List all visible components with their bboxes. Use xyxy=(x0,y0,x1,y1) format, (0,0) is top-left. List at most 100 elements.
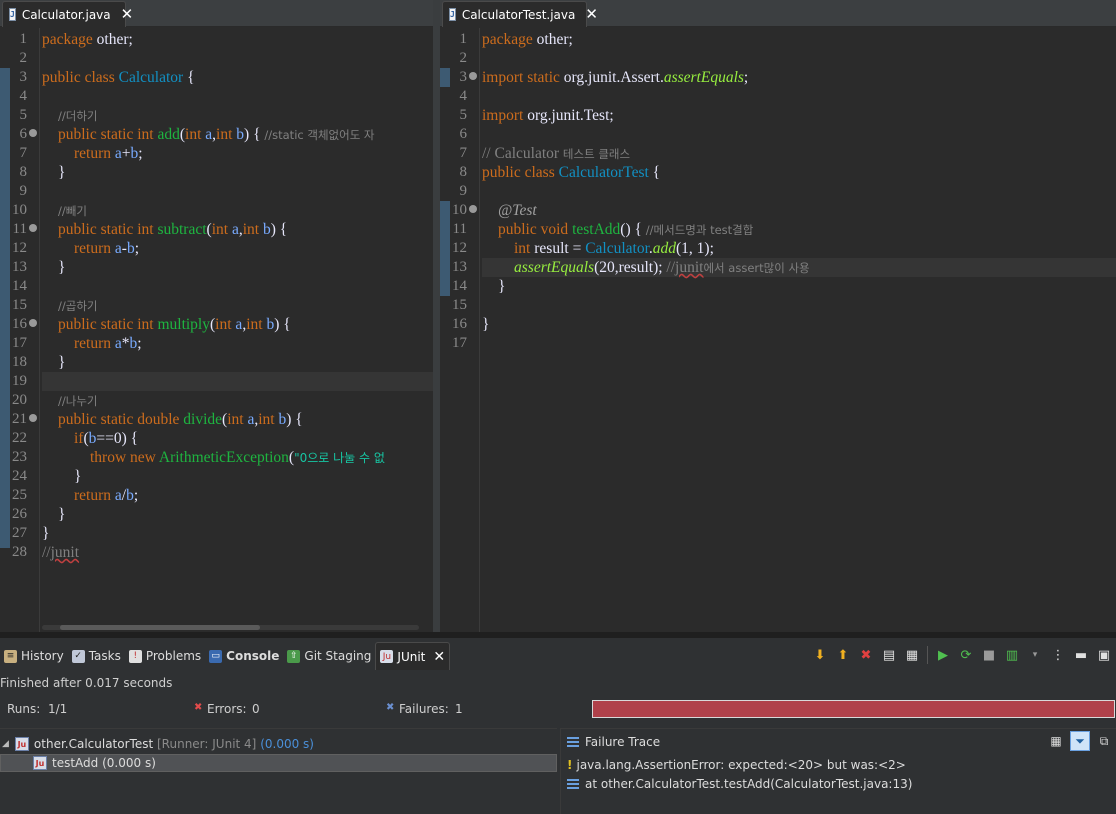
line-number: 15 xyxy=(12,297,27,313)
stop-icon[interactable]: ■ xyxy=(981,647,997,663)
line-number: 1 xyxy=(459,31,468,47)
error-icon: ✖ xyxy=(194,702,203,713)
rerun-test-icon[interactable]: ▶ xyxy=(935,647,951,663)
code-area[interactable]: package other; public class Calculator {… xyxy=(42,28,433,618)
tab-calculator-java[interactable]: J Calculator.java ✕ xyxy=(2,1,133,27)
junit-icon: Ju xyxy=(380,650,394,663)
line-number: 6 xyxy=(19,126,28,142)
compare-result-icon[interactable]: ▦ xyxy=(1046,731,1066,751)
tree-row-test[interactable]: Ju testAdd (0.000 s) xyxy=(0,754,557,772)
test-history-icon[interactable]: ▦ xyxy=(904,647,920,663)
line-number: 19 xyxy=(12,373,27,389)
tab-label: Calculator.java xyxy=(21,7,111,22)
rerun-failed-first-icon[interactable]: ⟳ xyxy=(958,647,974,663)
stack-frame-icon xyxy=(567,779,579,789)
suite-time: (0.000 s) xyxy=(260,737,314,751)
scroll-lock-icon[interactable]: ▤ xyxy=(881,647,897,663)
tab-junit[interactable]: Ju JUnit ✕ xyxy=(375,642,451,670)
code-line: public static int add(int a,int b) { //s… xyxy=(58,126,375,143)
code-area[interactable]: package other; import static org.junit.A… xyxy=(482,28,1116,618)
tab-label: Problems xyxy=(145,649,202,663)
tasks-icon: ✓ xyxy=(71,649,85,663)
line-number: 17 xyxy=(12,335,27,351)
copy-trace-icon[interactable]: ⧉ xyxy=(1094,731,1114,751)
filter-stack-trace-icon[interactable]: ⏷ xyxy=(1070,731,1090,751)
code-line: //더하기 xyxy=(58,109,98,123)
line-number: 13 xyxy=(12,259,27,275)
tab-label: History xyxy=(21,649,64,663)
tab-tasks[interactable]: ✓ Tasks xyxy=(68,642,125,670)
tab-problems[interactable]: ! Problems xyxy=(125,642,205,670)
tree-row-suite[interactable]: ◢ Ju other.CalculatorTest [Runner: JUnit… xyxy=(2,735,557,753)
trace-line[interactable]: at other.CalculatorTest.testAdd(Calculat… xyxy=(567,777,912,791)
tab-label: CalculatorTest.java xyxy=(461,7,576,22)
test-name: testAdd (0.000 s) xyxy=(52,756,156,770)
show-failures-only-icon[interactable]: ✖ xyxy=(858,647,874,663)
code-line: public static double divide(int a,int b)… xyxy=(58,411,303,428)
fold-collapse-icon[interactable] xyxy=(29,319,37,327)
errors-label: Errors: xyxy=(207,702,247,716)
junit-view: ≡ History ✓ Tasks ! Problems ▭ Console ⇧ Git … xyxy=(0,632,1116,814)
horizontal-scrollbar[interactable] xyxy=(42,625,419,630)
view-menu-icon[interactable]: ⋮ xyxy=(1050,647,1066,663)
fold-collapse-icon[interactable] xyxy=(29,414,37,422)
code-line: } xyxy=(482,316,490,333)
next-failure-icon[interactable]: ⬇ xyxy=(812,647,828,663)
line-number: 27 xyxy=(12,525,27,541)
scrollbar-thumb[interactable] xyxy=(60,625,260,630)
code-editor-calculatortest[interactable]: 1 2 3 4 5 6 7 8 9 10 11 12 13 14 15 16 1… xyxy=(440,28,1116,632)
tab-calculatortest-java[interactable]: J CalculatorTest.java ✕ xyxy=(442,1,598,27)
code-line: import org.junit.Test; xyxy=(482,107,614,124)
line-number: 7 xyxy=(19,145,28,161)
line-number: 11 xyxy=(452,221,467,237)
failure-icon: ✖ xyxy=(386,702,395,713)
line-number: 26 xyxy=(12,506,27,522)
line-number-gutter: 1 2 3 4 5 6 7 8 9 10 11 12 13 14 15 16 1… xyxy=(440,28,480,632)
code-editor-calculator[interactable]: 1 2 3 4 5 6 7 8 9 10 11 12 13 14 15 16 1… xyxy=(0,28,433,632)
right-editor-pane: J CalculatorTest.java ✕ 1 2 3 4 5 6 7 8 … xyxy=(440,0,1116,632)
console-icon: ▭ xyxy=(209,649,223,663)
chevron-down-icon[interactable]: ▾ xyxy=(1027,647,1043,663)
line-number: 21 xyxy=(12,411,27,427)
line-number: 10 xyxy=(452,202,467,218)
code-line: } xyxy=(498,278,506,295)
problems-icon: ! xyxy=(128,649,142,663)
close-icon[interactable]: ✕ xyxy=(121,7,134,22)
toolbar-separator xyxy=(927,646,928,664)
git-staging-icon: ⇧ xyxy=(287,649,301,663)
line-number: 23 xyxy=(12,449,27,465)
fold-collapse-icon[interactable] xyxy=(29,224,37,232)
line-number: 16 xyxy=(12,316,27,332)
editor-splitter[interactable] xyxy=(433,0,440,632)
line-number: 3 xyxy=(19,69,28,85)
maximize-icon[interactable]: ▣ xyxy=(1096,647,1112,663)
failures-label: Failures: xyxy=(399,702,449,716)
tab-console[interactable]: ▭ Console xyxy=(205,642,283,670)
trace-line[interactable]: ! java.lang.AssertionError: expected:<20>… xyxy=(567,758,906,772)
code-line: if(b==0) { xyxy=(74,430,139,447)
line-number: 4 xyxy=(459,88,468,104)
fold-collapse-icon[interactable] xyxy=(469,205,477,213)
expand-triangle-icon[interactable]: ◢ xyxy=(2,739,9,749)
tab-git-staging[interactable]: ⇧ Git Staging xyxy=(283,642,375,670)
code-line: package other; xyxy=(42,31,133,48)
trace-toolbar: ▦ ⏷ ⧉ xyxy=(1046,731,1114,751)
fold-collapse-icon[interactable] xyxy=(29,129,37,137)
left-editor-tabbar: J Calculator.java ✕ xyxy=(0,0,433,27)
code-line: } xyxy=(42,525,50,542)
code-line: int result = Calculator.add(1, 1); xyxy=(514,240,714,257)
line-number: 6 xyxy=(459,126,468,142)
previous-failure-icon[interactable]: ⬆ xyxy=(835,647,851,663)
tab-label: Git Staging xyxy=(304,649,372,663)
minimize-icon[interactable]: ▬ xyxy=(1073,647,1089,663)
trace-text: java.lang.AssertionError: expected:<20> … xyxy=(576,758,906,772)
line-number: 8 xyxy=(459,164,468,180)
line-number: 25 xyxy=(12,487,27,503)
code-line: assertEquals(20,result); //junit에서 asser… xyxy=(482,258,1116,277)
close-icon[interactable]: ✕ xyxy=(433,650,445,664)
fold-collapse-icon[interactable] xyxy=(469,72,477,80)
tab-history[interactable]: ≡ History xyxy=(0,642,68,670)
layout-icon[interactable]: ▥ xyxy=(1004,647,1020,663)
test-tree[interactable]: ◢ Ju other.CalculatorTest [Runner: JUnit… xyxy=(0,728,557,814)
close-icon[interactable]: ✕ xyxy=(585,7,598,22)
